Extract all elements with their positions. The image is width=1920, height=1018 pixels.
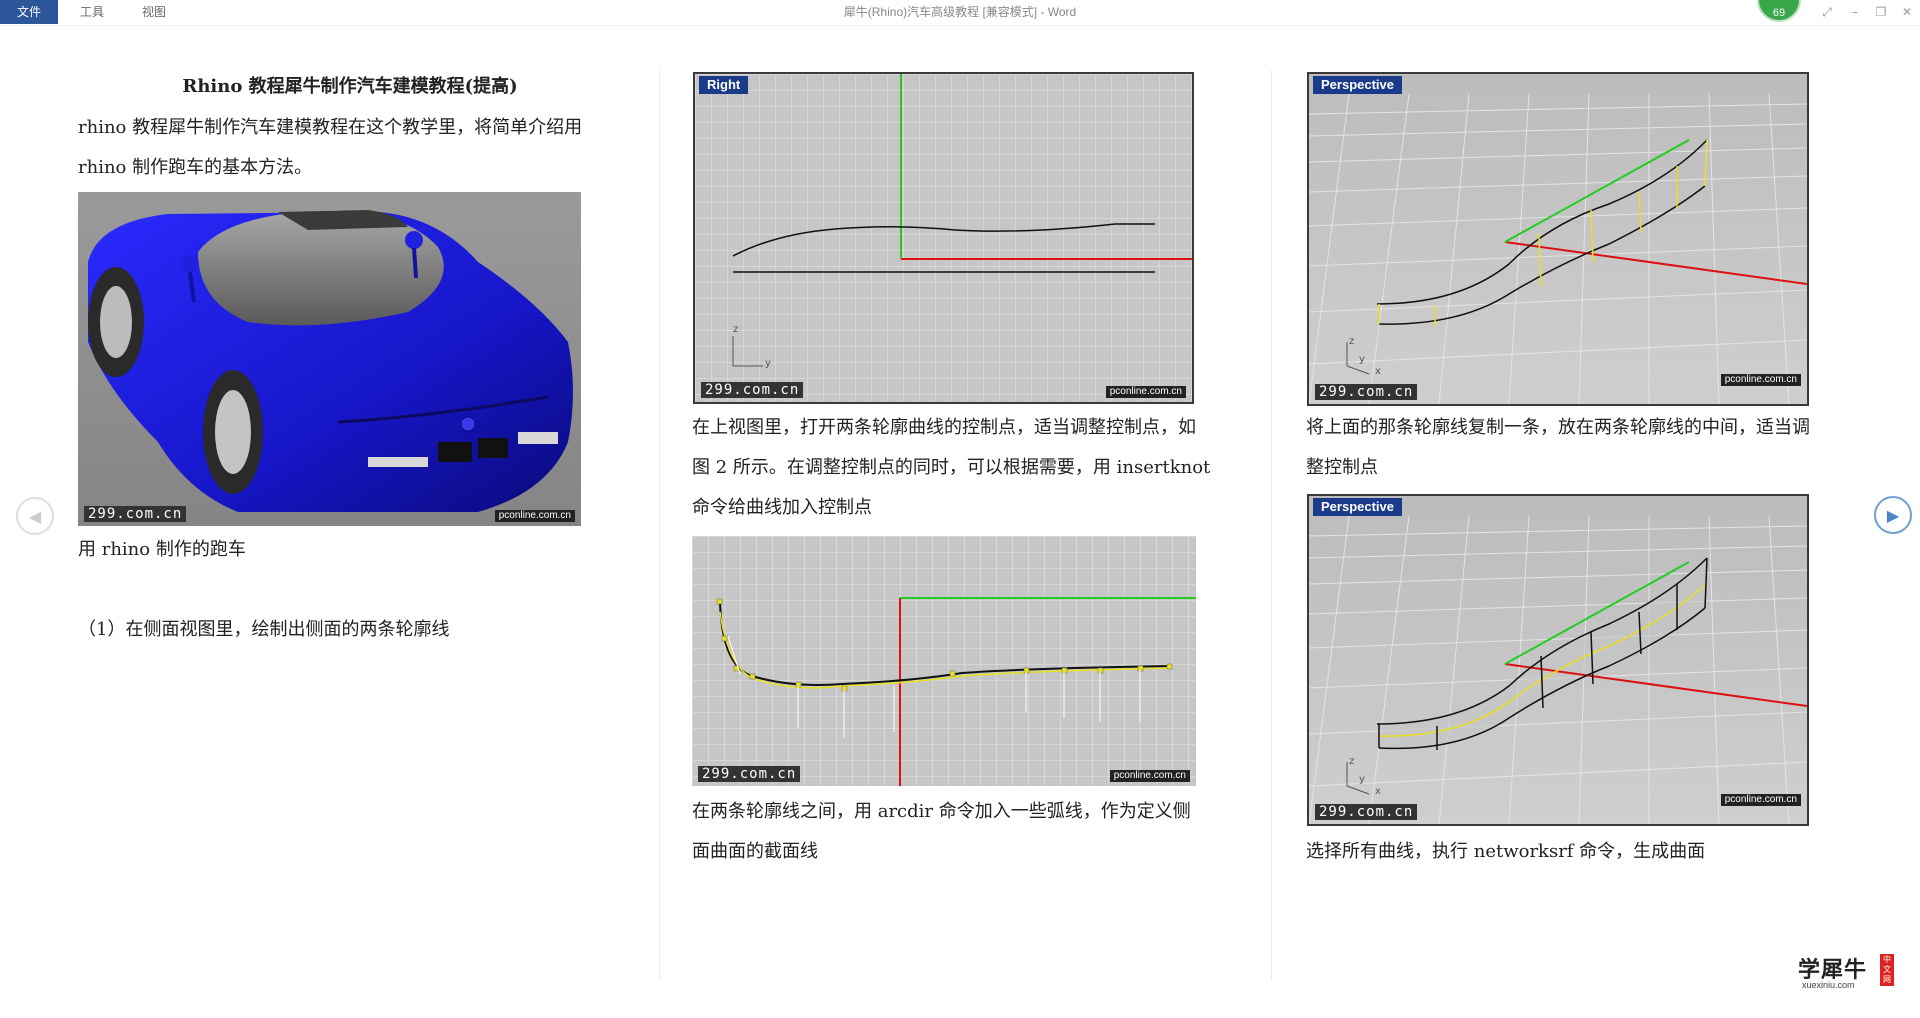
viewport-label-perspective-2: Perspective — [1313, 498, 1402, 516]
intro-line-1: rhino 教程犀牛制作汽车建模教程在这个教学里，将简单介绍用 — [78, 117, 583, 138]
intro-line-2: rhino 制作跑车的基本方法。 — [78, 157, 313, 178]
menu-view[interactable]: 视图 — [134, 0, 174, 24]
axis-label-z: z — [733, 324, 739, 335]
column-divider — [1271, 70, 1272, 980]
col2-text-1-line-2: 图 2 所示。在调整控制点的同时，可以根据需要，用 insertknot — [692, 457, 1211, 478]
close-icon[interactable]: ✕ — [1898, 3, 1916, 21]
col3-text-1-line-2: 整控制点 — [1306, 457, 1378, 478]
axis-label-y: y — [1359, 354, 1365, 365]
car-render-drawing — [78, 192, 581, 526]
axis-label-y: y — [1359, 774, 1365, 785]
right-viewport: Right z y 299.com.cn pconline.com.cn — [693, 72, 1194, 404]
minimize-icon[interactable]: – — [1846, 3, 1864, 21]
col2-text-1-line-1: 在上视图里，打开两条轮廓曲线的控制点，适当调整控制点，如 — [692, 417, 1196, 438]
axis-label-x: x — [1375, 786, 1381, 797]
axis-label-y: y — [765, 358, 771, 369]
watermark-pconline: pconline.com.cn — [1109, 770, 1190, 782]
watermark-299: 299.com.cn — [698, 766, 801, 782]
article-heading: Rhino 教程犀牛制作汽车建模教程(提高) — [182, 76, 518, 97]
chevron-right-icon: ▶ — [1886, 506, 1900, 525]
perspective-viewport-1-drawing — [1309, 74, 1807, 404]
column-divider — [659, 70, 660, 980]
watermark-pconline: pconline.com.cn — [1105, 386, 1186, 398]
col3-text-1-line-1: 将上面的那条轮廓线复制一条，放在两条轮廓线的中间，适当调 — [1306, 417, 1810, 438]
perspective-viewport-2-drawing — [1309, 496, 1807, 824]
watermark-299: 299.com.cn — [1315, 384, 1418, 400]
watermark-299: 299.com.cn — [1315, 804, 1418, 820]
menu-file[interactable]: 文件 — [0, 0, 58, 24]
prev-page-button[interactable]: ◀ — [16, 497, 54, 535]
step-1-text: （1）在侧面视图里，绘制出侧面的两条轮廓线 — [78, 619, 450, 640]
next-page-button[interactable]: ▶ — [1874, 496, 1912, 534]
col3-text-2-line-1: 选择所有曲线，执行 networksrf 命令，生成曲面 — [1306, 841, 1706, 862]
watermark-299: 299.com.cn — [701, 382, 804, 398]
arcdir-viewport: 299.com.cn pconline.com.cn — [692, 536, 1196, 786]
axis-label-x: x — [1375, 366, 1381, 377]
col2-text-2-line-1: 在两条轮廓线之间，用 arcdir 命令加入一些弧线，作为定义侧 — [692, 801, 1191, 822]
menu-tools[interactable]: 工具 — [72, 0, 112, 24]
car-render-image: 299.com.cn pconline.com.cn — [78, 192, 581, 526]
chevron-left-icon: ◀ — [28, 507, 42, 526]
viewport-label-perspective-1: Perspective — [1313, 76, 1402, 94]
car-caption: 用 rhino 制作的跑车 — [78, 539, 246, 560]
logo-tag: 中文网 — [1880, 954, 1894, 986]
arcdir-viewport-drawing — [692, 536, 1196, 786]
axis-label-z: z — [1349, 336, 1355, 347]
viewport-label-right: Right — [699, 76, 749, 94]
fullscreen-icon[interactable]: ⤢ — [1818, 3, 1836, 21]
site-logo: 学犀牛 xuexiniu.com 中文网 — [1798, 952, 1894, 992]
right-viewport-drawing — [695, 74, 1192, 402]
col2-text-2-line-2: 面曲面的截面线 — [692, 841, 818, 862]
perspective-viewport-2: Perspective z y x 299.com.cn pconline.co… — [1307, 494, 1809, 826]
watermark-pconline: pconline.com.cn — [1720, 794, 1801, 806]
perspective-viewport-1: Perspective z y x 299.com.cn pconline.co… — [1307, 72, 1809, 406]
col2-text-1-line-3: 命令给曲线加入控制点 — [692, 497, 872, 518]
title-bar: 文件 工具 视图 犀牛(Rhino)汽车高级教程 [兼容模式] - Word 6… — [0, 0, 1920, 26]
restore-icon[interactable]: ❐ — [1872, 3, 1890, 21]
score-badge[interactable]: 69 — [1757, 0, 1801, 22]
watermark-299: 299.com.cn — [84, 506, 187, 522]
watermark-pconline: pconline.com.cn — [494, 510, 575, 522]
axis-label-z: z — [1349, 756, 1355, 767]
window-title: 犀牛(Rhino)汽车高级教程 [兼容模式] - Word — [843, 5, 1077, 19]
logo-url: xuexiniu.com — [1802, 980, 1855, 990]
watermark-pconline: pconline.com.cn — [1720, 374, 1801, 386]
